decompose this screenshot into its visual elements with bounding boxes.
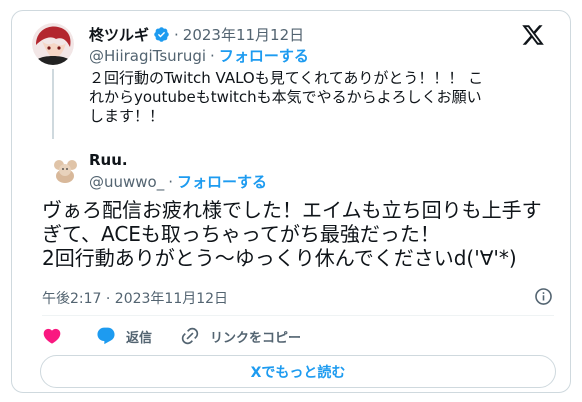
divider bbox=[42, 315, 554, 316]
parent-date[interactable]: 2023年11月12日 bbox=[183, 24, 304, 45]
like-button[interactable] bbox=[42, 326, 62, 346]
thread-connector-line bbox=[52, 69, 54, 139]
parent-author-name[interactable]: 柊ツルギ bbox=[89, 24, 149, 45]
parent-avatar[interactable] bbox=[32, 23, 74, 65]
reply-label: 返信 bbox=[126, 330, 153, 346]
reply-handle[interactable]: @uuwwo_ bbox=[89, 173, 164, 191]
link-icon bbox=[181, 327, 199, 345]
x-logo-icon[interactable] bbox=[520, 23, 546, 47]
info-icon[interactable] bbox=[534, 287, 553, 306]
parent-follow-button[interactable]: フォローする bbox=[219, 45, 309, 66]
parent-tweet-text: ２回行動のTwitch VALOも見てくれてありがとう！！！ これからyoutu… bbox=[89, 69, 484, 125]
reply-button[interactable]: 返信 bbox=[96, 326, 152, 346]
parent-author-row: 柊ツルギ · 2023年11月12日 bbox=[89, 24, 304, 45]
reply-tweet-text: ヴぁろ配信お疲れ様でした！エイムも立ち回りも上手すぎて、ACEも取っちゃってがち… bbox=[42, 198, 542, 270]
separator-dot: · bbox=[168, 172, 174, 191]
separator-dot: · bbox=[174, 25, 179, 44]
reply-author-name[interactable]: Ruu. bbox=[89, 151, 128, 169]
reply-timestamp[interactable]: 午後2:17 · 2023年11月12日 bbox=[42, 288, 228, 308]
copy-link-button[interactable]: リンクをコピー bbox=[180, 326, 301, 346]
separator-dot: · bbox=[210, 46, 215, 65]
read-more-button[interactable]: Xでもっと読む bbox=[40, 355, 556, 388]
verified-badge-icon bbox=[154, 27, 169, 42]
reply-handle-row: @uuwwo_ · フォローする bbox=[89, 171, 267, 192]
reply-follow-button[interactable]: フォローする bbox=[177, 171, 267, 192]
parent-handle[interactable]: @HiiragiTsurugi bbox=[89, 47, 206, 65]
speech-bubble-icon bbox=[97, 327, 115, 345]
reply-avatar[interactable] bbox=[48, 154, 82, 188]
embedded-tweet-card: 柊ツルギ · 2023年11月12日 @HiiragiTsurugi · フォロ… bbox=[11, 10, 571, 393]
heart-icon bbox=[43, 328, 61, 344]
copy-link-label: リンクをコピー bbox=[210, 330, 302, 346]
parent-handle-row: @HiiragiTsurugi · フォローする bbox=[89, 45, 309, 66]
action-bar: 返信 リンクをコピー bbox=[42, 326, 301, 346]
